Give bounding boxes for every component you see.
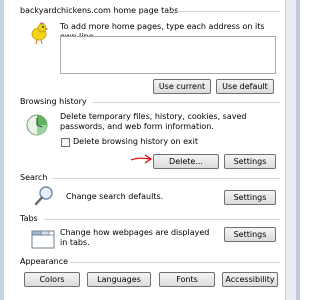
delete-on-exit-checkbox[interactable] xyxy=(61,138,70,147)
fonts-button[interactable]: Fonts xyxy=(159,272,215,287)
appearance-title: Appearance xyxy=(20,257,69,266)
history-icon xyxy=(24,112,50,138)
search-description: Change search defaults. xyxy=(66,192,164,201)
colors-button[interactable]: Colors xyxy=(24,272,80,287)
window-frame-left xyxy=(0,0,4,300)
tabs-settings-button[interactable]: Settings xyxy=(224,227,276,242)
languages-button[interactable]: Languages xyxy=(87,272,151,287)
window-frame-edge xyxy=(296,0,300,300)
appearance-separator xyxy=(70,262,280,263)
window-frame-right xyxy=(285,0,300,300)
search-settings-button[interactable]: Settings xyxy=(224,190,276,205)
search-title: Search xyxy=(20,173,48,182)
accessibility-button[interactable]: Accessibility xyxy=(222,272,278,287)
search-separator xyxy=(52,178,280,179)
browsing-history-description: Delete temporary files, history, cookies… xyxy=(60,112,247,131)
magnifier-icon xyxy=(32,183,58,209)
browsing-history-settings-button[interactable]: Settings xyxy=(224,154,276,169)
tabs-description: Change how webpages are displayed in tab… xyxy=(60,228,210,247)
browsing-history-title: Browsing history xyxy=(20,97,87,106)
delete-button[interactable]: Delete... xyxy=(153,154,219,169)
tabs-separator xyxy=(44,219,280,220)
home-page-address-box[interactable] xyxy=(60,36,276,74)
browsing-history-separator xyxy=(92,102,280,103)
delete-on-exit-label: Delete browsing history on exit xyxy=(73,137,198,146)
tabs-title: Tabs xyxy=(20,214,38,223)
use-default-button[interactable]: Use default xyxy=(216,79,274,94)
tabs-icon xyxy=(30,227,56,253)
home-page-separator xyxy=(168,11,280,12)
use-current-button[interactable]: Use current xyxy=(153,79,211,94)
red-arrow-annotation xyxy=(130,151,154,169)
general-tab-panel: backyardchickens.com home page tabs To a… xyxy=(8,0,284,300)
home-page-title: backyardchickens.com home page tabs xyxy=(20,6,179,15)
chicken-icon xyxy=(26,20,52,46)
